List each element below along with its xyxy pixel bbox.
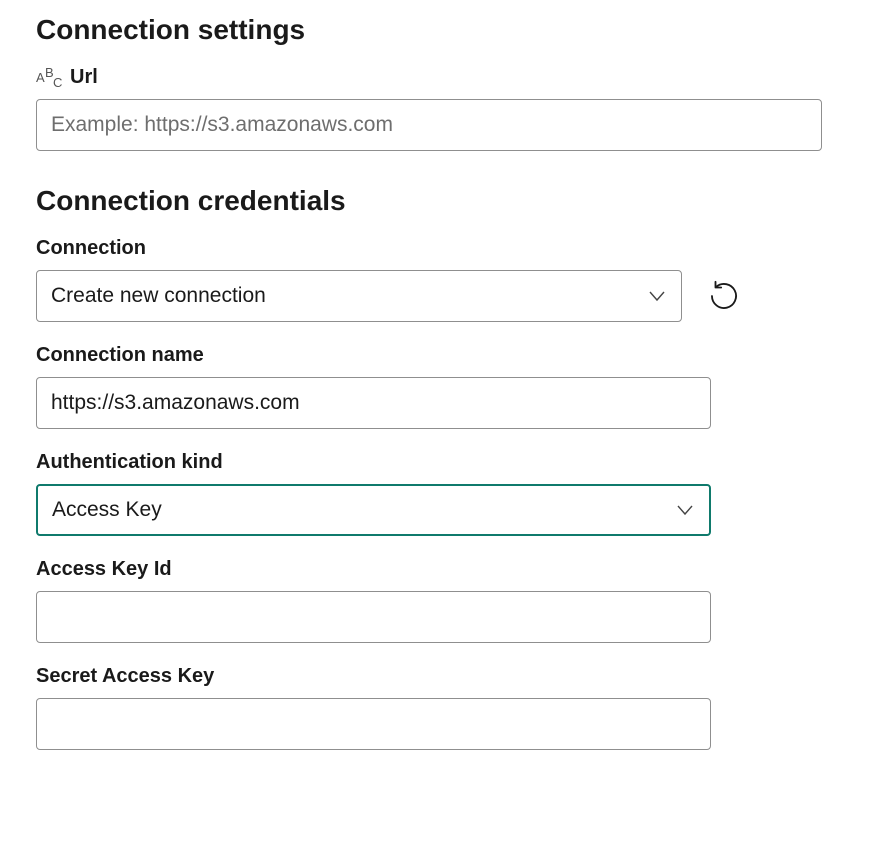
url-label-row: ABC Url <box>36 66 839 89</box>
secret-access-key-label: Secret Access Key <box>36 665 214 688</box>
access-key-id-input[interactable] <box>36 591 711 643</box>
url-label: Url <box>70 66 98 89</box>
connection-name-label: Connection name <box>36 344 204 367</box>
secret-access-key-input[interactable] <box>36 698 711 750</box>
connection-field: Connection Create new connection <box>36 237 839 322</box>
secret-access-key-field: Secret Access Key <box>36 665 711 750</box>
url-input[interactable] <box>36 99 822 151</box>
connection-select[interactable]: Create new connection <box>36 270 682 322</box>
connection-select-value: Create new connection <box>51 284 266 308</box>
access-key-id-field: Access Key Id <box>36 558 711 643</box>
auth-kind-label: Authentication kind <box>36 451 223 474</box>
connection-settings-heading: Connection settings <box>36 14 839 46</box>
connection-credentials-heading: Connection credentials <box>36 185 839 217</box>
connection-name-input[interactable] <box>36 377 711 429</box>
auth-kind-field: Authentication kind Access Key <box>36 451 711 536</box>
auth-kind-select[interactable]: Access Key <box>36 484 711 536</box>
connection-label: Connection <box>36 237 146 260</box>
access-key-id-label: Access Key Id <box>36 558 172 581</box>
refresh-icon <box>707 279 741 313</box>
connection-credentials-section: Connection credentials Connection Create… <box>36 185 839 750</box>
text-type-icon: ABC <box>36 68 62 88</box>
chevron-down-icon <box>647 286 667 306</box>
url-field: ABC Url <box>36 66 839 151</box>
chevron-down-icon <box>675 500 695 520</box>
connection-name-field: Connection name <box>36 344 711 429</box>
connection-settings-section: Connection settings ABC Url <box>36 14 839 151</box>
refresh-button[interactable] <box>706 278 742 314</box>
auth-kind-value: Access Key <box>52 498 162 522</box>
